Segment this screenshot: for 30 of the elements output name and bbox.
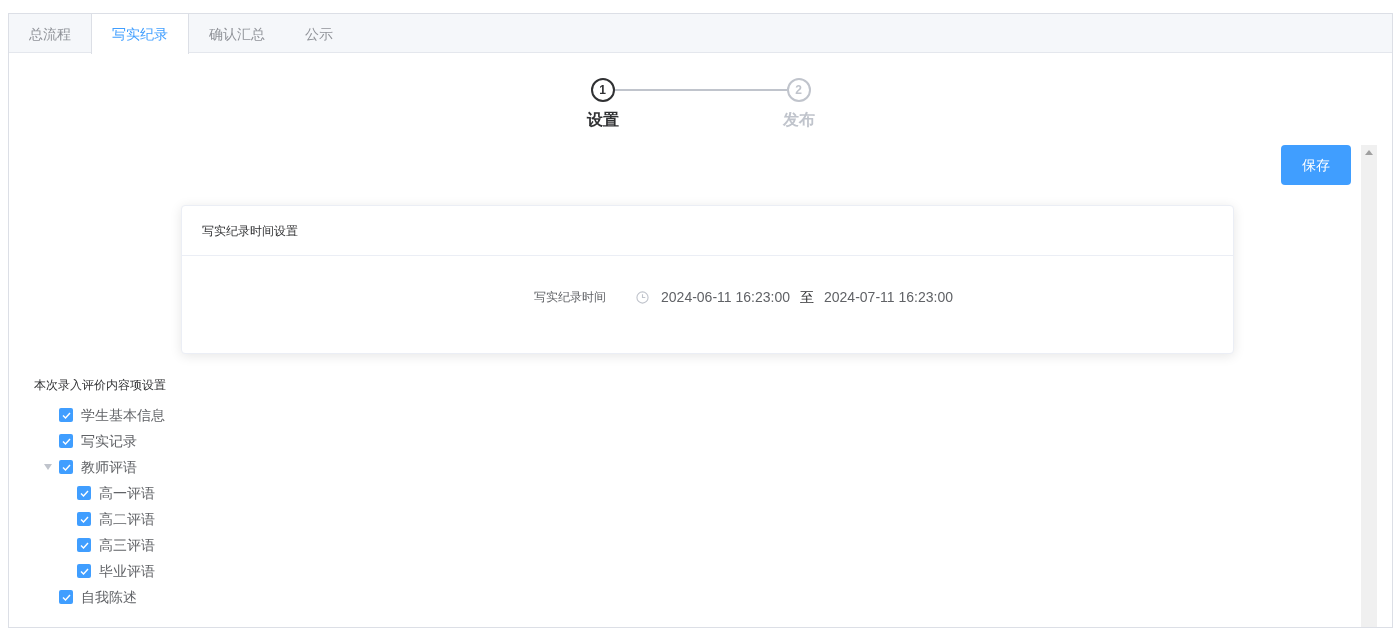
card-title: 写实纪录时间设置 <box>202 222 298 240</box>
tree-item-label[interactable]: 高一评语 <box>99 482 155 504</box>
scroll-up-icon[interactable] <box>1365 150 1373 155</box>
caret-icon[interactable] <box>44 464 52 470</box>
checkbox[interactable] <box>59 460 73 474</box>
tree-item-label[interactable]: 高三评语 <box>99 534 155 556</box>
tree-item-label[interactable]: 写实记录 <box>81 430 137 452</box>
range-separator: 至 <box>800 287 814 307</box>
checkbox[interactable] <box>59 590 73 604</box>
checkbox[interactable] <box>59 408 73 422</box>
field-label: 写实纪录时间 <box>534 289 607 306</box>
tree-item-label[interactable]: 高二评语 <box>99 508 155 530</box>
start-time[interactable]: 2024-06-11 16:23:00 <box>661 286 790 308</box>
checkbox[interactable] <box>77 538 91 552</box>
scrollbar[interactable] <box>1361 145 1377 627</box>
tree-item-label[interactable]: 学生基本信息 <box>81 404 165 426</box>
checkbox[interactable] <box>77 512 91 526</box>
tree-item-label[interactable]: 毕业评语 <box>99 560 155 582</box>
clock-icon <box>636 290 650 304</box>
checkbox[interactable] <box>77 486 91 500</box>
checkbox[interactable] <box>77 564 91 578</box>
step-label: 设置 <box>586 110 619 130</box>
step-number: 2 <box>786 78 811 102</box>
tree-item-label[interactable]: 教师评语 <box>81 456 137 478</box>
step-label: 发布 <box>782 110 815 130</box>
checkbox[interactable] <box>59 434 73 448</box>
end-time[interactable]: 2024-07-11 16:23:00 <box>824 286 953 308</box>
tree-item-label[interactable]: 自我陈述 <box>81 586 137 608</box>
section-title: 本次录入评价内容项设置 <box>34 378 166 392</box>
step-number: 1 <box>590 78 615 102</box>
